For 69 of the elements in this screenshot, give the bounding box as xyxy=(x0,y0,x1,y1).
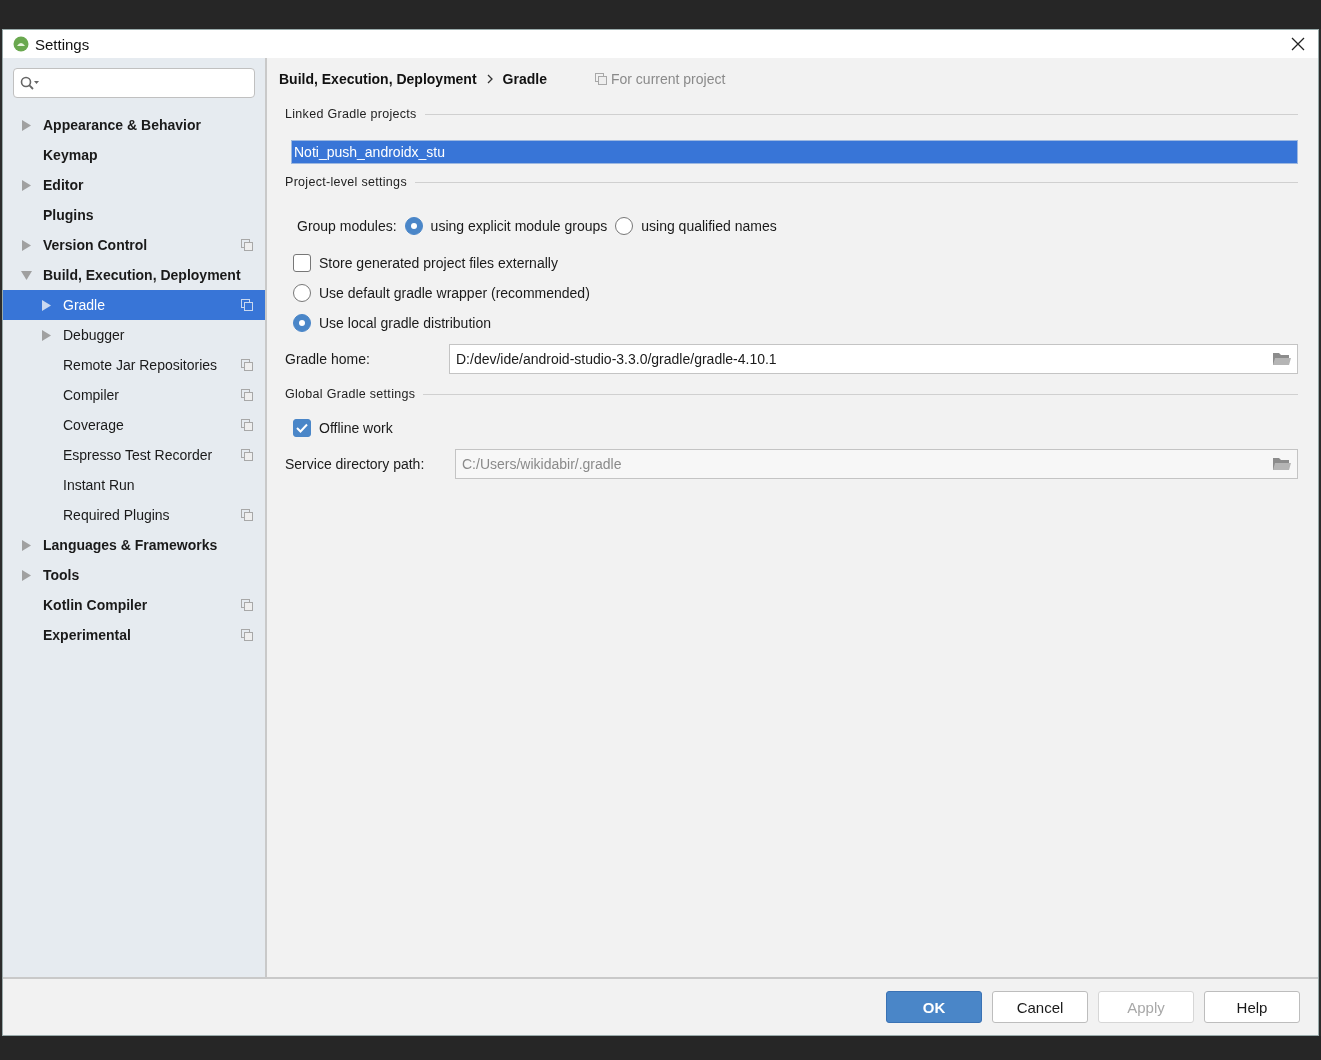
section-title: Linked Gradle projects xyxy=(285,107,417,121)
sidebar-item[interactable]: Espresso Test Recorder xyxy=(3,440,265,470)
dialog-button[interactable]: Cancel xyxy=(992,991,1088,1023)
checkbox[interactable] xyxy=(293,254,311,272)
triangle-right-icon[interactable] xyxy=(21,119,32,131)
radio-button[interactable] xyxy=(293,284,311,302)
android-logo-icon xyxy=(13,36,29,52)
sidebar-item[interactable]: Instant Run xyxy=(3,470,265,500)
section-title: Project-level settings xyxy=(285,175,407,189)
copy-icon xyxy=(241,599,253,611)
triangle-down-icon[interactable] xyxy=(21,269,32,281)
triangle-right-icon[interactable] xyxy=(21,179,32,191)
checkbox[interactable] xyxy=(293,419,311,437)
copy-icon xyxy=(241,449,253,461)
ok-button[interactable]: OK xyxy=(886,991,982,1023)
option-label[interactable]: using explicit module groups xyxy=(430,218,608,234)
sidebar-item[interactable]: Editor xyxy=(3,170,265,200)
copy-icon xyxy=(241,359,253,371)
scope-note: For current project xyxy=(594,71,726,87)
breadcrumb-item: Gradle xyxy=(502,71,547,87)
copy-icon xyxy=(594,73,607,85)
sidebar-item[interactable]: Appearance & Behavior xyxy=(3,110,265,140)
project-list-item[interactable]: Noti_push_androidx_stu xyxy=(291,140,1298,164)
search-field[interactable] xyxy=(13,68,255,98)
sidebar-item[interactable]: Build, Execution, Deployment xyxy=(3,260,265,290)
radio-button[interactable] xyxy=(404,217,423,235)
folder-icon[interactable] xyxy=(1272,351,1292,366)
triangle-right-icon[interactable] xyxy=(21,569,32,581)
copy-icon xyxy=(241,509,253,521)
breadcrumb-item: Build, Execution, Deployment xyxy=(279,71,477,87)
section-title: Global Gradle settings xyxy=(285,387,416,401)
triangle-right-icon[interactable] xyxy=(21,539,32,551)
copy-icon xyxy=(241,299,253,311)
field-label: Service directory path: xyxy=(285,456,426,472)
triangle-right-icon[interactable] xyxy=(41,329,52,341)
copy-icon xyxy=(241,239,253,251)
window-title: Settings xyxy=(35,35,91,53)
chevron-right-icon xyxy=(486,74,493,84)
radio-button[interactable] xyxy=(615,217,634,235)
sidebar-item[interactable]: Plugins xyxy=(3,200,265,230)
sidebar-item[interactable]: Remote Jar Repositories xyxy=(3,350,265,380)
dialog-button[interactable]: Help xyxy=(1204,991,1300,1023)
triangle-right-icon[interactable] xyxy=(21,239,32,251)
option-label[interactable]: Use default gradle wrapper (recommended) xyxy=(319,285,590,301)
path-field[interactable]: D:/dev/ide/android-studio-3.3.0/gradle/gradle-4.10.1 xyxy=(449,344,1298,374)
copy-icon xyxy=(241,419,253,431)
copy-icon xyxy=(241,389,253,401)
sidebar-item[interactable]: Version Control xyxy=(3,230,265,260)
sidebar-item[interactable]: Coverage xyxy=(3,410,265,440)
field-label: Gradle home: xyxy=(285,351,371,367)
sidebar-item[interactable]: Experimental xyxy=(3,620,265,650)
field-label: Group modules: xyxy=(297,218,397,234)
sidebar-item[interactable]: Tools xyxy=(3,560,265,590)
triangle-right-icon[interactable] xyxy=(41,299,52,311)
sidebar-item[interactable]: Required Plugins xyxy=(3,500,265,530)
folder-icon[interactable] xyxy=(1272,456,1292,471)
radio-button[interactable] xyxy=(293,314,311,332)
sidebar-item[interactable]: Debugger xyxy=(3,320,265,350)
option-label[interactable]: Use local gradle distribution xyxy=(319,315,491,331)
copy-icon xyxy=(241,629,253,641)
option-label[interactable]: using qualified names xyxy=(641,218,777,234)
sidebar-item[interactable]: Keymap xyxy=(3,140,265,170)
sidebar-item[interactable]: Languages & Frameworks xyxy=(3,530,265,560)
sidebar-item[interactable]: Compiler xyxy=(3,380,265,410)
sidebar-item[interactable]: Kotlin Compiler xyxy=(3,590,265,620)
option-label[interactable]: Offline work xyxy=(319,420,393,436)
option-label[interactable]: Store generated project files externally xyxy=(319,255,558,271)
search-icon xyxy=(20,76,40,90)
sidebar-item[interactable]: Gradle xyxy=(3,290,265,320)
